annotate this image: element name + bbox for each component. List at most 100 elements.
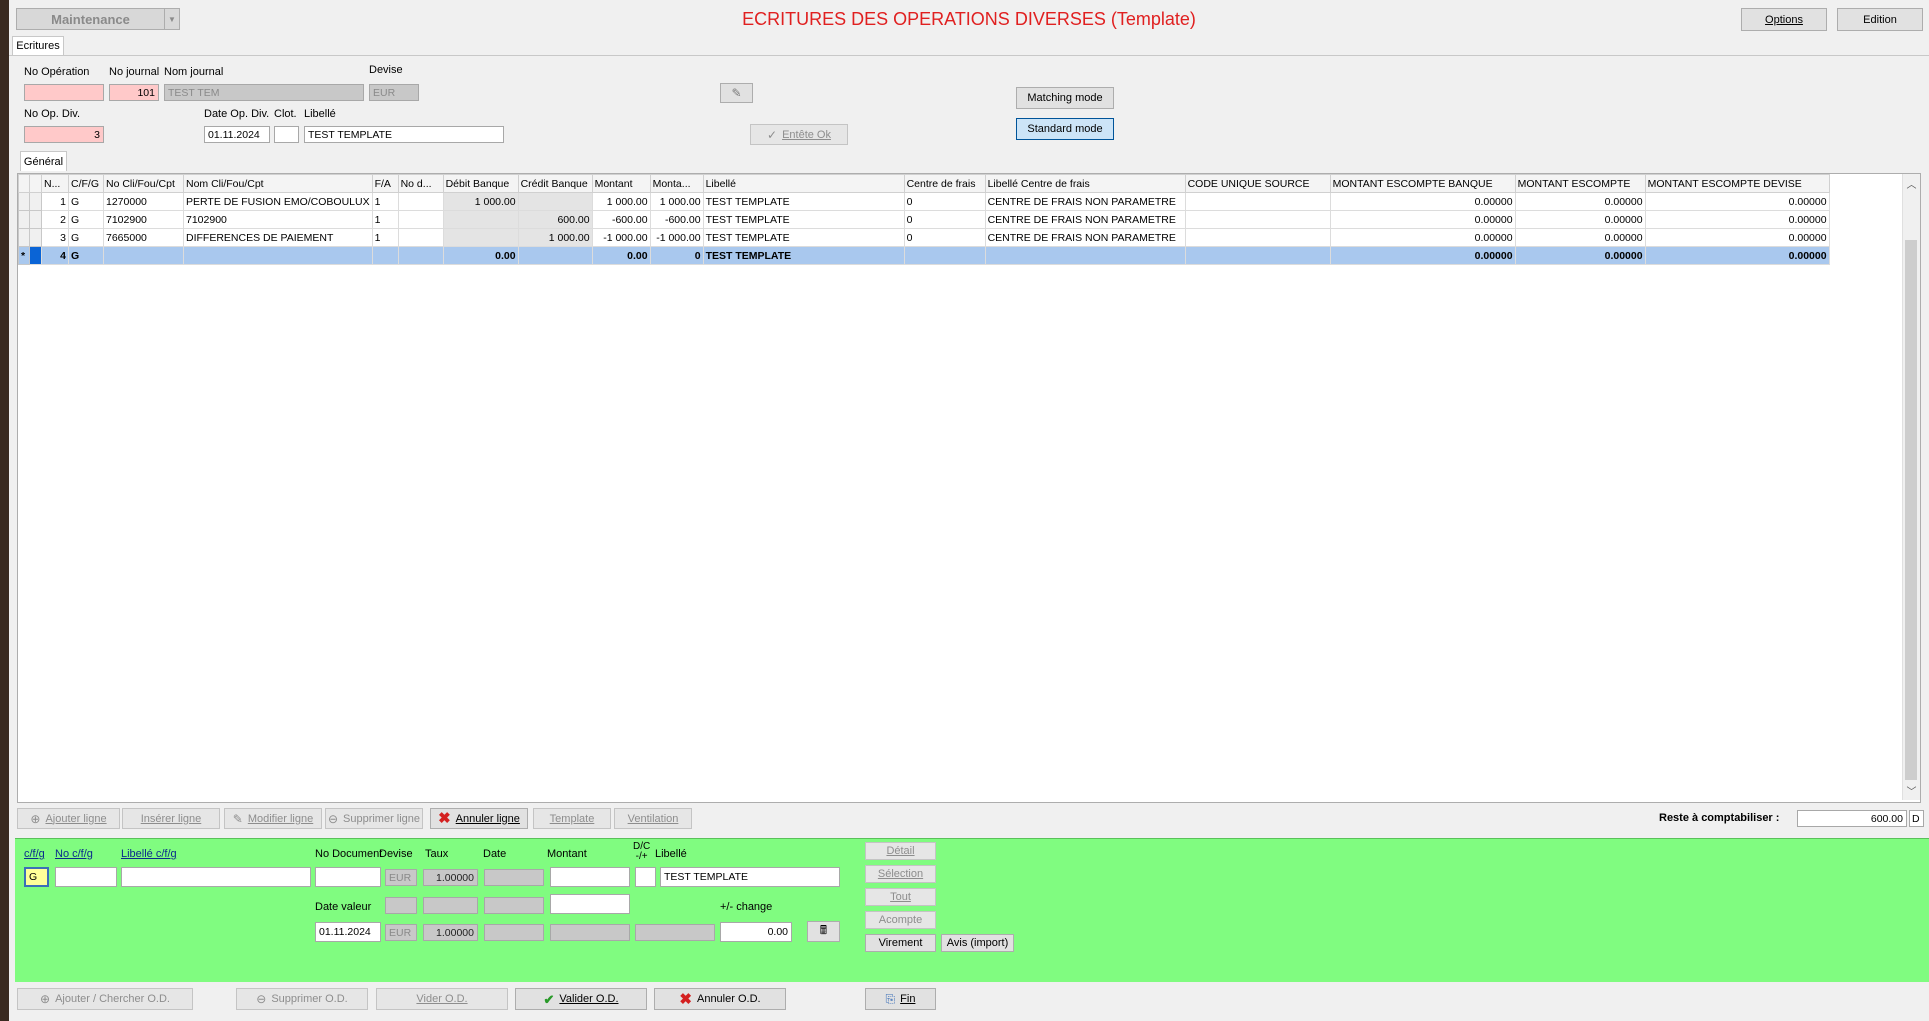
standard-mode-button[interactable]: Standard mode xyxy=(1016,118,1114,140)
grid-cell-n[interactable]: 3 xyxy=(41,228,69,247)
grid-cell-cfg[interactable]: G xyxy=(68,192,104,211)
grid-cell-lib-centre[interactable]: CENTRE DE FRAIS NON PARAMETRE xyxy=(984,192,1186,211)
grid-cell-montant[interactable]: -1 000.00 xyxy=(591,228,651,247)
grid-cell-libelle[interactable]: TEST TEMPLATE xyxy=(702,228,905,247)
grid-cell-libelle[interactable]: TEST TEMPLATE xyxy=(702,192,905,211)
selection-button[interactable]: Sélection xyxy=(865,865,936,883)
col-header[interactable]: MONTANT ESCOMPTE xyxy=(1514,174,1646,193)
grid-cell-mesc[interactable]: 0.00000 xyxy=(1514,192,1646,211)
grid-cell-monta[interactable]: -600.00 xyxy=(649,210,704,229)
grid-cell-mesc-devise[interactable]: 0.00000 xyxy=(1644,210,1830,229)
no-operation-field[interactable] xyxy=(24,84,104,101)
grid-cell-mesc-devise[interactable]: 0.00000 xyxy=(1644,246,1830,265)
no-document-input[interactable] xyxy=(315,867,381,887)
grid-cell-n[interactable]: 1 xyxy=(41,192,69,211)
col-header[interactable]: MONTANT ESCOMPTE BANQUE xyxy=(1329,174,1516,193)
grid-cell-mesc-banque[interactable]: 0.00000 xyxy=(1329,228,1516,247)
grid-cell-centre[interactable]: 0 xyxy=(903,192,986,211)
row-marker[interactable] xyxy=(18,228,30,247)
ventilation-button[interactable]: Ventilation xyxy=(614,808,692,829)
cfg-input[interactable]: G xyxy=(24,867,49,887)
grid-cell-centre[interactable] xyxy=(903,246,986,265)
col-header[interactable]: Montant xyxy=(591,174,651,193)
grid-cell-lib-centre[interactable] xyxy=(984,246,1186,265)
tout-button[interactable]: Tout xyxy=(865,888,936,906)
col-header[interactable]: CODE UNIQUE SOURCE xyxy=(1184,174,1331,193)
grid-cell-nom[interactable]: 7102900 xyxy=(183,210,373,229)
grid-cell-code[interactable] xyxy=(1184,210,1331,229)
tab-general[interactable]: Général xyxy=(20,151,67,171)
grid-cell-debit[interactable]: 1 000.00 xyxy=(442,192,519,211)
grid-cell-centre[interactable]: 0 xyxy=(903,228,986,247)
supprimer-ligne-button[interactable]: ⊖ Supprimer ligne xyxy=(325,808,423,829)
row-selector[interactable] xyxy=(29,228,42,247)
annuler-od-button[interactable]: ✖ Annuler O.D. xyxy=(654,988,786,1010)
table-row[interactable]: 2 G 7102900 7102900 1 600.00 -600.00 -600.00 TES… xyxy=(18,210,1830,229)
grid-vertical-scrollbar[interactable]: ︿ ﹀ xyxy=(1902,174,1920,800)
entries-grid[interactable]: N... C/F/G No Cli/Fou/Cpt Nom Cli/Fou/Cp… xyxy=(17,173,1921,803)
no-cfg-label[interactable]: No c/f/g xyxy=(55,848,93,860)
grid-cell-nod[interactable] xyxy=(397,246,444,265)
grid-cell-no[interactable]: 1270000 xyxy=(103,192,184,211)
col-header[interactable]: Monta... xyxy=(649,174,704,193)
col-header[interactable]: N... xyxy=(41,174,69,193)
grid-cell-mesc-banque[interactable]: 0.00000 xyxy=(1329,210,1516,229)
no-journal-field[interactable]: 101 xyxy=(109,84,159,101)
row-marker[interactable] xyxy=(18,210,30,229)
inserer-ligne-button[interactable]: Insérer ligne xyxy=(122,808,220,829)
grid-cell-debit[interactable] xyxy=(442,228,519,247)
col-header[interactable]: Centre de frais xyxy=(903,174,986,193)
no-op-div-field[interactable]: 3 xyxy=(24,126,104,143)
grid-cell-credit[interactable]: 1 000.00 xyxy=(517,228,593,247)
grid-cell-debit[interactable] xyxy=(442,210,519,229)
date-valeur-input[interactable]: 01.11.2024 xyxy=(315,922,381,942)
grid-cell-mesc-devise[interactable]: 0.00000 xyxy=(1644,192,1830,211)
table-row[interactable]: 3 G 7665000 DIFFERENCES DE PAIEMENT 1 1 000.0… xyxy=(18,228,1830,247)
grid-cell-monta[interactable]: -1 000.00 xyxy=(649,228,704,247)
grid-cell-monta[interactable]: 0 xyxy=(649,246,704,265)
grid-cell-nom[interactable] xyxy=(183,246,373,265)
grid-cell-nom[interactable]: PERTE DE FUSION EMO/COBOULUX xyxy=(183,192,373,211)
grid-cell-fa[interactable] xyxy=(371,246,399,265)
options-button[interactable]: Options xyxy=(1741,8,1827,31)
col-header[interactable]: F/A xyxy=(371,174,399,193)
scroll-thumb[interactable] xyxy=(1905,240,1917,780)
entry-montant-input[interactable] xyxy=(550,867,630,887)
template-button[interactable]: Template xyxy=(533,808,611,829)
vider-od-button[interactable]: Vider O.D. xyxy=(376,988,508,1010)
dc-input[interactable] xyxy=(635,867,656,887)
col-header[interactable]: Nom Cli/Fou/Cpt xyxy=(183,174,373,193)
header-tool-button[interactable]: ✎ xyxy=(720,83,753,103)
grid-cell-fa[interactable]: 1 xyxy=(371,228,399,247)
grid-cell-credit[interactable] xyxy=(517,246,593,265)
row-marker[interactable] xyxy=(18,192,30,211)
col-header[interactable]: Libellé Centre de frais xyxy=(984,174,1186,193)
row-selector[interactable] xyxy=(29,192,42,211)
col-header[interactable]: Débit Banque xyxy=(442,174,519,193)
grid-cell-code[interactable] xyxy=(1184,246,1331,265)
grid-cell-mesc[interactable]: 0.00000 xyxy=(1514,246,1646,265)
col-header[interactable]: MONTANT ESCOMPTE DEVISE xyxy=(1644,174,1830,193)
grid-cell-nod[interactable] xyxy=(397,210,444,229)
grid-cell-lib-centre[interactable]: CENTRE DE FRAIS NON PARAMETRE xyxy=(984,210,1186,229)
grid-cell-n[interactable]: 4 xyxy=(41,246,69,265)
ajouter-od-button[interactable]: ⊕ Ajouter / Chercher O.D. xyxy=(17,988,193,1010)
ajouter-ligne-button[interactable]: ⊕ Ajouter ligne xyxy=(17,808,120,829)
grid-cell-mesc[interactable]: 0.00000 xyxy=(1514,210,1646,229)
no-cfg-input[interactable] xyxy=(55,867,117,887)
grid-cell-no[interactable]: 7665000 xyxy=(103,228,184,247)
grid-cell-cfg[interactable]: G xyxy=(68,210,104,229)
grid-cell-n[interactable]: 2 xyxy=(41,210,69,229)
col-header[interactable]: No d... xyxy=(397,174,444,193)
avis-import-button[interactable]: Avis (import) xyxy=(941,934,1014,952)
grid-cell-code[interactable] xyxy=(1184,228,1331,247)
libelle-field[interactable]: TEST TEMPLATE xyxy=(304,126,504,143)
date-op-div-field[interactable]: 01.11.2024 xyxy=(204,126,270,143)
grid-cell-monta[interactable]: 1 000.00 xyxy=(649,192,704,211)
scroll-up-icon[interactable]: ︿ xyxy=(1903,176,1920,191)
grid-cell-code[interactable] xyxy=(1184,192,1331,211)
entete-ok-button[interactable]: ✓ Entête Ok xyxy=(750,124,848,145)
row-selector[interactable] xyxy=(29,210,42,229)
grid-cell-cfg[interactable]: G xyxy=(68,246,104,265)
grid-cell-cfg[interactable]: G xyxy=(68,228,104,247)
